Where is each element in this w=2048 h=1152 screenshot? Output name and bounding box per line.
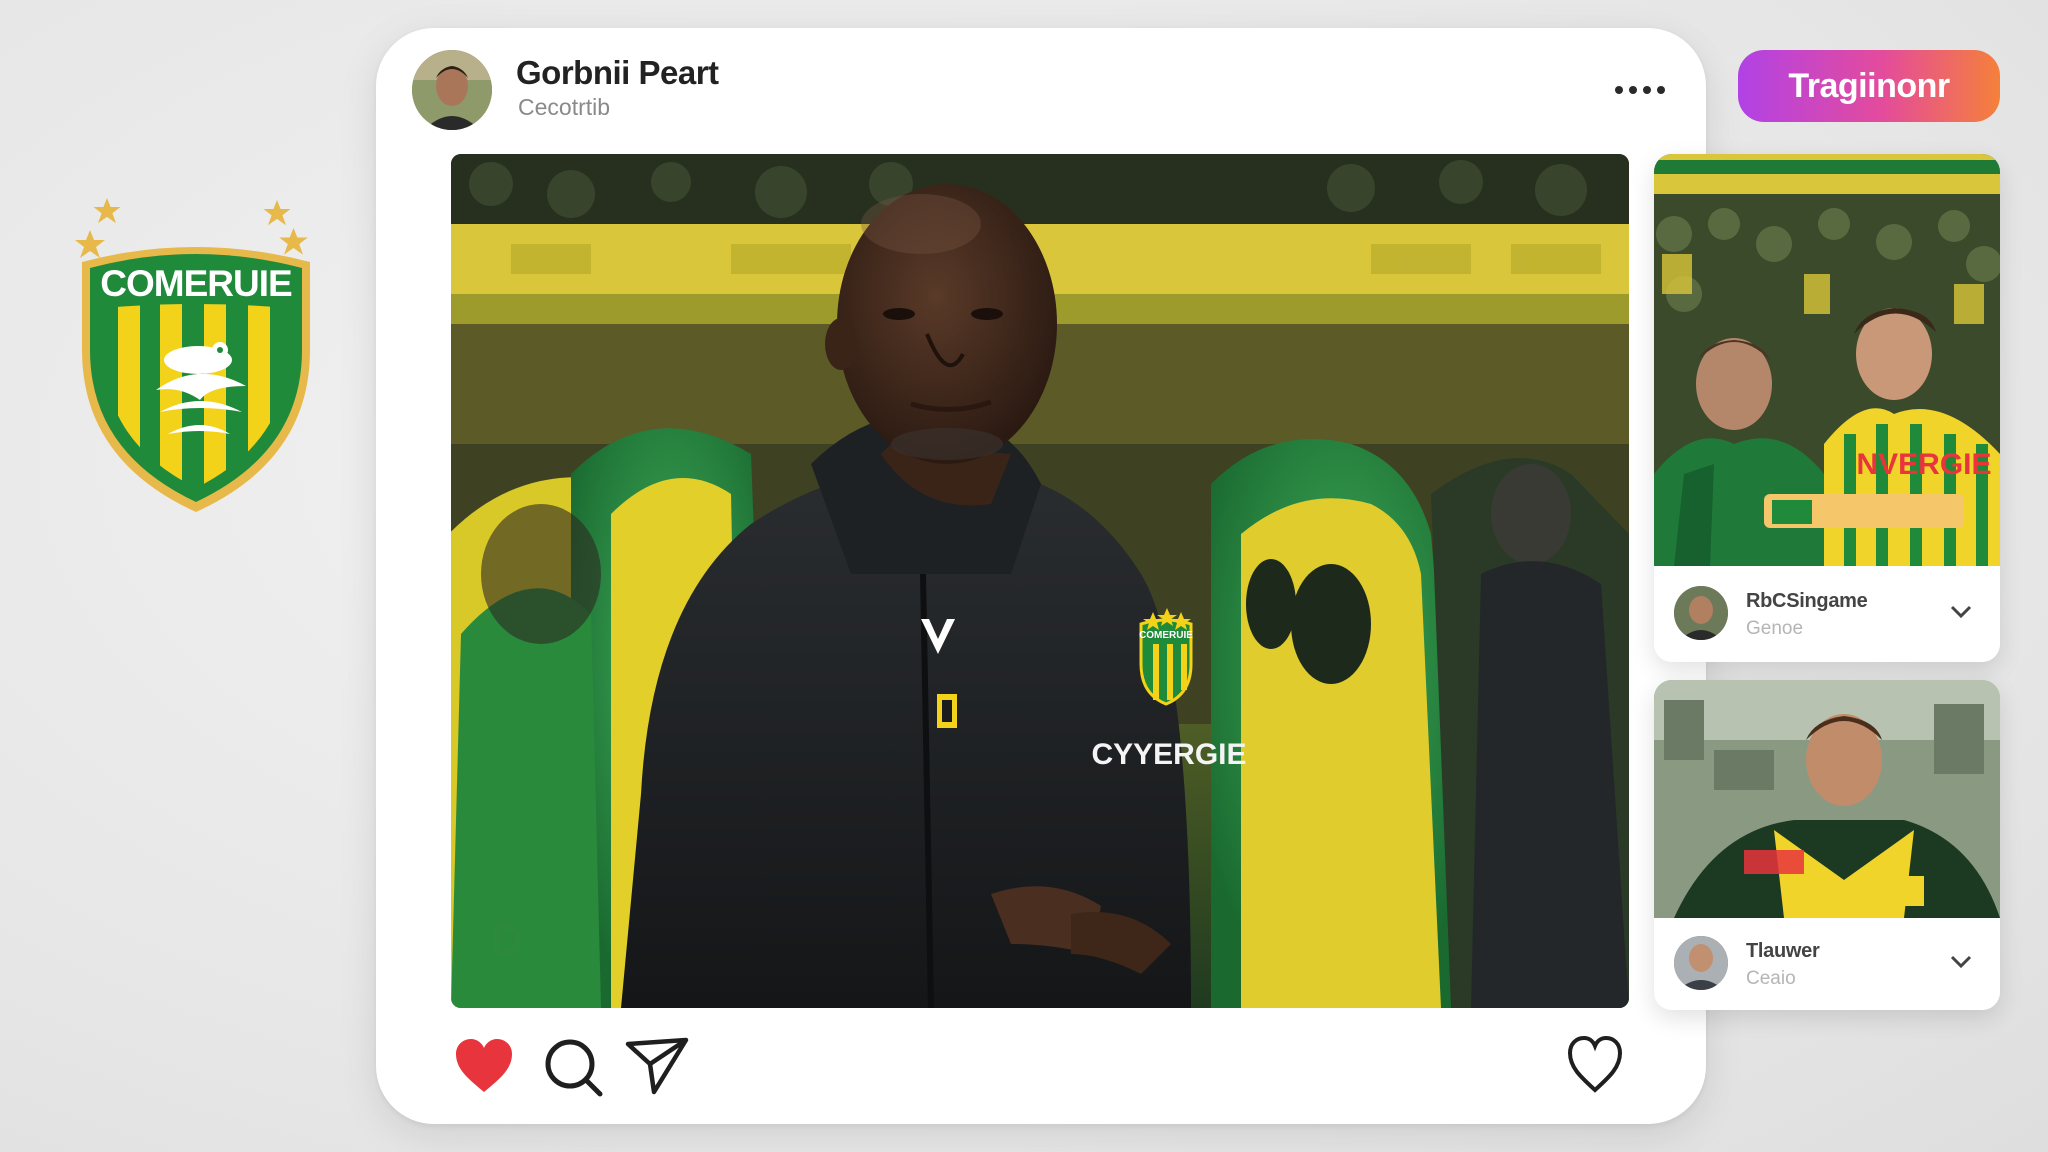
author-avatar[interactable] <box>412 50 492 130</box>
more-options-button[interactable] <box>1610 72 1670 108</box>
suggestion-subtitle: Ceaio <box>1746 968 1796 989</box>
like-button[interactable] <box>452 1036 516 1096</box>
send-icon <box>625 1037 689 1095</box>
suggestion-subtitle: Genoe <box>1746 618 1804 639</box>
coach-photo: COMERUIE CYYERGIE D <box>451 154 1629 1008</box>
suggestion-card[interactable]: Tlauwer Ceaio <box>1654 680 2000 1010</box>
author-subtitle: Cecotrtib <box>518 94 611 120</box>
chevron-down-icon[interactable] <box>1948 598 1974 624</box>
more-dot-icon <box>1615 86 1623 94</box>
save-button[interactable] <box>1564 1034 1626 1096</box>
suggestion-name: Tlauwer <box>1746 940 1820 962</box>
app-badge-button[interactable]: Tragiinonr <box>1738 50 2000 122</box>
suggestion-image: NVERGIE <box>1654 154 2000 566</box>
app-canvas: COMERUIE Gorbnii Peart Cecotrtib COMERUI… <box>0 0 2048 1152</box>
suggestion-card[interactable]: NVERGIE RbCSingame Genoe <box>1654 154 2000 662</box>
jacket-sponsor-text: CYYERGIE <box>1091 738 1246 771</box>
more-dot-icon <box>1629 86 1637 94</box>
more-dot-icon <box>1643 86 1651 94</box>
heart-outline-icon <box>1567 1035 1623 1093</box>
club-crest-icon: COMERUIE <box>75 198 310 512</box>
post-image[interactable]: COMERUIE CYYERGIE D <box>451 154 1629 1008</box>
author-name[interactable]: Gorbnii Peart <box>516 54 719 92</box>
jacket-crest-text: COMERUIE <box>1139 630 1193 641</box>
seat-number-text: D <box>491 915 523 964</box>
suggestion-footer: RbCSingame Genoe <box>1654 566 2000 662</box>
suggestion-image <box>1654 680 2000 918</box>
comment-icon <box>545 1039 603 1097</box>
suggestion-footer: Tlauwer Ceaio <box>1654 918 2000 1010</box>
club-crest: COMERUIE <box>60 190 330 530</box>
crest-name: COMERUIE <box>100 263 292 304</box>
suggestion-avatar <box>1674 586 1728 640</box>
share-button[interactable] <box>624 1034 690 1096</box>
suggestion-avatar <box>1674 936 1728 990</box>
chevron-down-icon[interactable] <box>1948 948 1974 974</box>
more-dot-icon <box>1657 86 1665 94</box>
suggestion-image-text: NVERGIE <box>1856 448 1991 481</box>
heart-filled-icon <box>456 1039 512 1092</box>
suggestion-name: RbCSingame <box>1746 590 1868 612</box>
comment-button[interactable] <box>542 1036 606 1100</box>
